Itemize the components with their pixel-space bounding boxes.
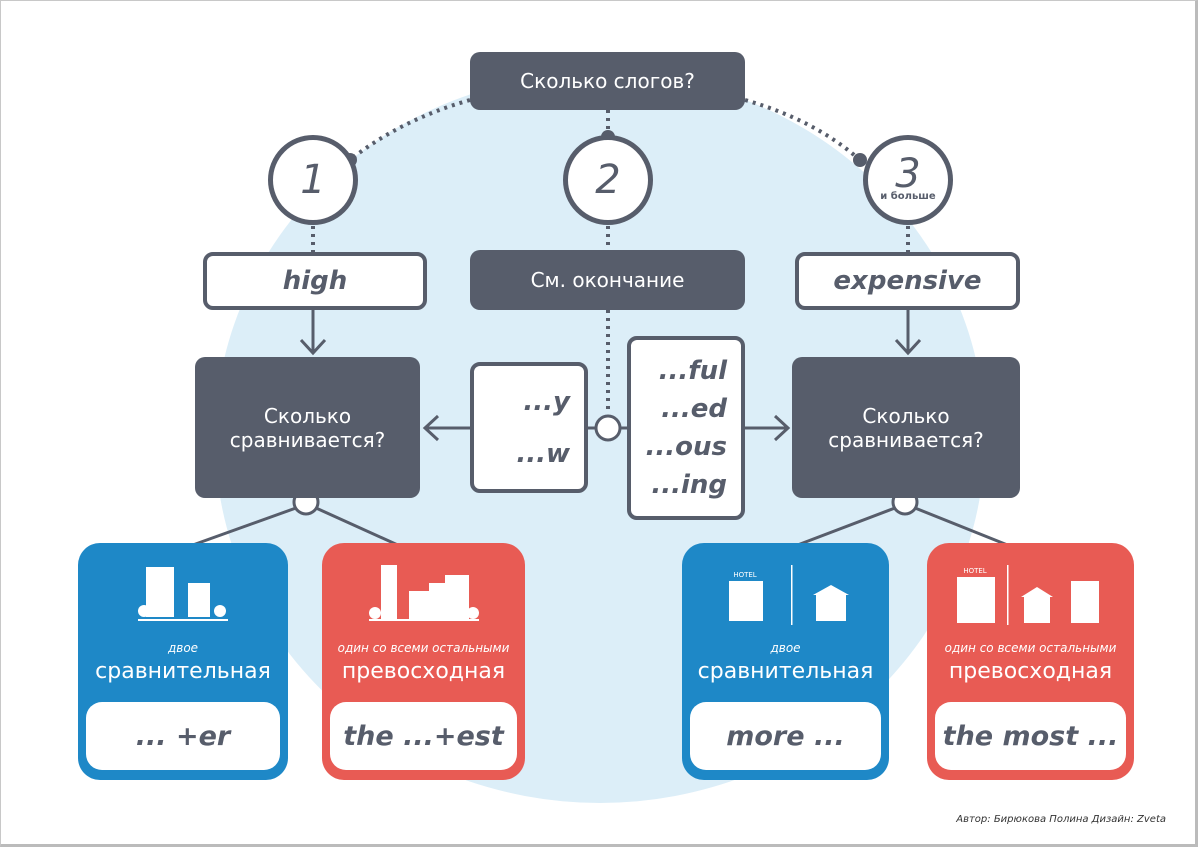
ending: ...ing xyxy=(651,470,727,500)
syllable-number: 3 xyxy=(895,151,921,197)
endings-left-box: ...y ...w xyxy=(470,362,588,493)
hotels-icon: HOTEL xyxy=(728,565,849,625)
ending: ...y xyxy=(523,386,570,417)
card-title: превосходная xyxy=(948,659,1113,684)
syllable-number: 2 xyxy=(595,157,621,203)
credit: Автор: Бирюкова Полина Дизайн: Zveta xyxy=(956,814,1166,825)
formula: the ...+est xyxy=(330,702,517,770)
ending: ...w xyxy=(516,438,570,469)
card-title: сравнительная xyxy=(95,659,271,684)
card-sub: один со всеми остальными xyxy=(944,641,1117,655)
junction-circle xyxy=(594,414,622,442)
syllable-note: и больше xyxy=(880,191,936,202)
card-sub: двое xyxy=(167,641,199,655)
how-many-box-left: Сколько сравнивается? xyxy=(195,357,420,498)
buildings-icon xyxy=(138,567,228,621)
card-title: превосходная xyxy=(341,659,506,684)
ending: ...ed xyxy=(661,394,727,424)
ending: ...ful xyxy=(658,356,727,386)
card-title: сравнительная xyxy=(697,659,874,684)
svg-text:HOTEL: HOTEL xyxy=(963,567,986,575)
card-comparative-short: двое сравнительная ... +er xyxy=(78,543,288,780)
card-comparative-long: HOTEL двое сравнительная more ... xyxy=(682,543,889,780)
syllable-2-circle: 2 xyxy=(563,135,653,225)
card-superlative-long: HOTEL один со всеми остальными превосход… xyxy=(927,543,1134,780)
syllable-number: 1 xyxy=(300,157,326,203)
card-superlative-short: один со всеми остальными превосходная th… xyxy=(322,543,525,780)
question-box: Сколько слогов? xyxy=(470,52,745,110)
endings-right-box: ...ful ...ed ...ous ...ing xyxy=(627,336,745,520)
how-many-box-right: Сколько сравнивается? xyxy=(792,357,1020,498)
formula: more ... xyxy=(690,702,881,770)
city-icon xyxy=(368,565,479,621)
formula: the most ... xyxy=(935,702,1126,770)
syllable-3-circle: 3и больше xyxy=(863,135,953,225)
formula: ... +er xyxy=(86,702,280,770)
example-expensive: expensive xyxy=(795,252,1020,310)
hotels-icon: HOTEL xyxy=(956,565,1099,625)
card-sub: двое xyxy=(770,641,801,655)
example-high: high xyxy=(203,252,427,310)
syllable-1-circle: 1 xyxy=(268,135,358,225)
card-sub: один со всеми остальными xyxy=(337,641,510,655)
see-ending-box: См. окончание xyxy=(470,250,745,310)
ending: ...ous xyxy=(645,432,727,462)
svg-text:HOTEL: HOTEL xyxy=(733,571,756,579)
